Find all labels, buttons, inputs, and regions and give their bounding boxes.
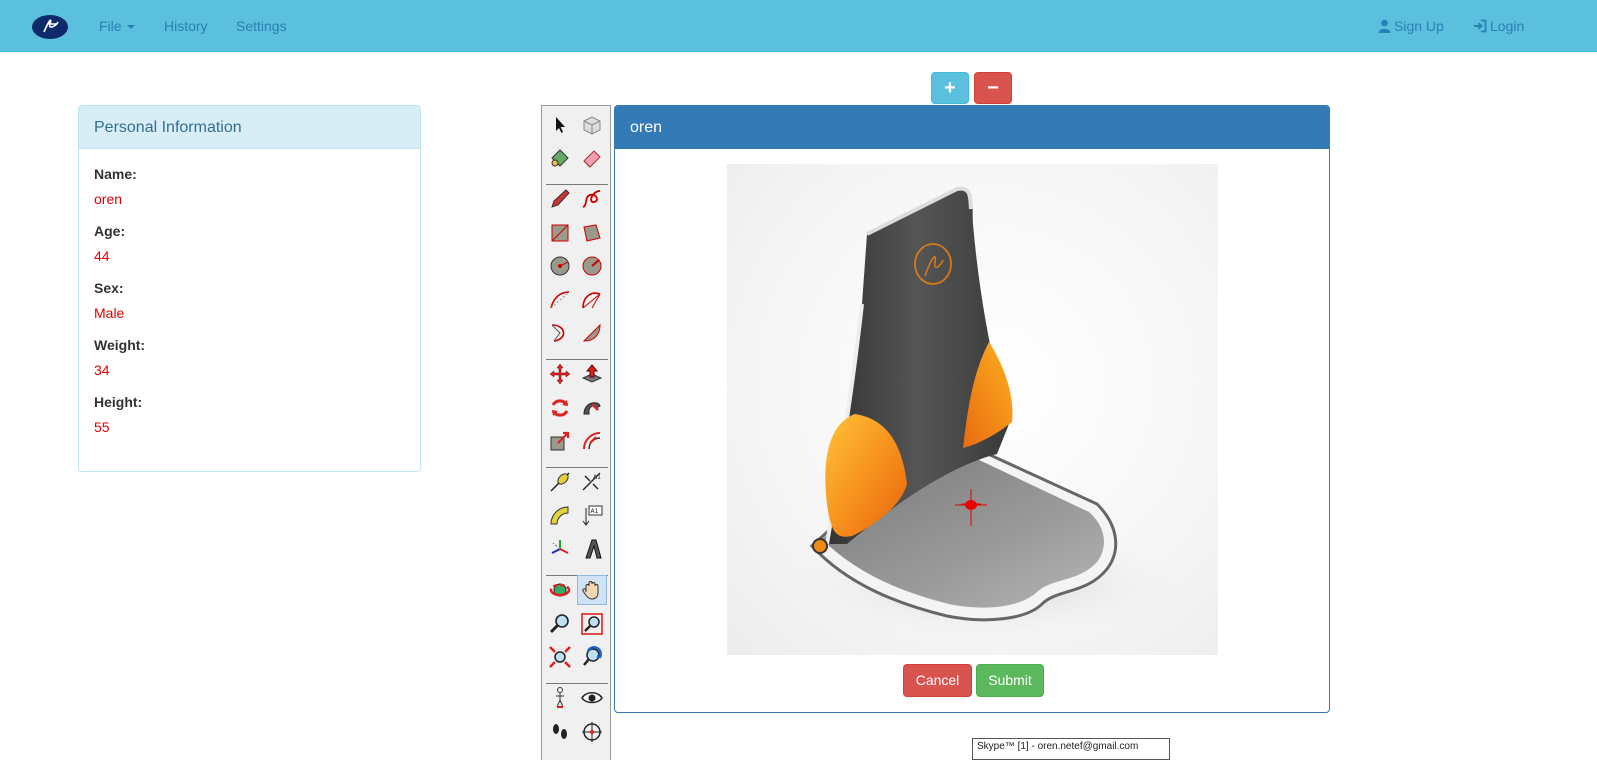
- age-label: Age:: [94, 223, 126, 239]
- submit-button[interactable]: Submit: [976, 664, 1044, 697]
- pan-hand-icon[interactable]: [577, 575, 607, 605]
- footprints-icon[interactable]: [545, 717, 575, 747]
- file-menu[interactable]: File: [99, 18, 135, 34]
- sign-up-label: Sign Up: [1394, 18, 1444, 34]
- info-row-height: Height: 55: [94, 394, 405, 436]
- age-value: 44: [94, 248, 110, 264]
- arc-icon[interactable]: [545, 285, 575, 315]
- follow-me-icon[interactable]: [577, 393, 607, 423]
- login-label: Login: [1490, 18, 1525, 34]
- name-value: oren: [94, 191, 123, 207]
- pencil-icon[interactable]: [545, 184, 575, 214]
- select-arrow-icon[interactable]: [545, 110, 575, 140]
- cancel-button[interactable]: Cancel: [903, 664, 972, 697]
- previous-view-icon[interactable]: [577, 642, 607, 672]
- polygon-icon[interactable]: [577, 251, 607, 281]
- info-row-sex: Sex: Male: [94, 280, 405, 322]
- top-navbar: File History Settings Sign Up Login: [0, 0, 1597, 52]
- rectangle-icon[interactable]: [545, 218, 575, 248]
- seat-model-render: [767, 186, 1207, 644]
- svg-text:A1: A1: [593, 474, 601, 481]
- tool-palette: A1 A1: [541, 105, 611, 760]
- scale-icon[interactable]: [545, 426, 575, 456]
- skype-notification[interactable]: Skype™ [1] - oren.netef@gmail.com: [972, 738, 1170, 760]
- orbit-icon[interactable]: [545, 575, 575, 605]
- offset-icon[interactable]: [577, 426, 607, 456]
- login-icon: [1474, 19, 1487, 33]
- caret-down-icon: [126, 25, 135, 30]
- position-camera-icon[interactable]: [577, 717, 607, 747]
- component-box-icon[interactable]: [577, 110, 607, 140]
- pie-icon[interactable]: [577, 318, 607, 348]
- personal-info-title: Personal Information: [79, 106, 420, 149]
- weight-label: Weight:: [94, 337, 146, 353]
- model-viewer-panel: oren Cancel Submit: [614, 105, 1330, 713]
- zoom-window-icon[interactable]: [577, 609, 607, 639]
- three-point-arc-icon[interactable]: [545, 318, 575, 348]
- sex-value: Male: [94, 305, 125, 321]
- user-icon: [1378, 19, 1391, 33]
- height-value: 55: [94, 419, 110, 435]
- circle-icon[interactable]: [545, 251, 575, 281]
- move-icon[interactable]: [545, 359, 575, 389]
- dimension-icon[interactable]: A1: [577, 467, 607, 497]
- zoom-in-button[interactable]: +: [931, 72, 969, 104]
- seat-3d-viewport[interactable]: [727, 164, 1218, 655]
- eraser-icon[interactable]: [577, 143, 607, 173]
- rotated-rectangle-icon[interactable]: [577, 218, 607, 248]
- zoom-icon[interactable]: [545, 609, 575, 639]
- tape-measure-icon[interactable]: [545, 467, 575, 497]
- two-point-arc-icon[interactable]: [577, 285, 607, 315]
- weight-value: 34: [94, 362, 110, 378]
- sex-label: Sex:: [94, 280, 124, 296]
- file-menu-label: File: [99, 18, 122, 34]
- text-label-icon[interactable]: A1: [577, 501, 607, 531]
- zoom-out-button[interactable]: −: [974, 72, 1012, 104]
- push-pull-icon[interactable]: [577, 359, 607, 389]
- 3d-text-icon[interactable]: [577, 534, 607, 564]
- model-title: oren: [615, 106, 1329, 149]
- personal-info-panel: Personal Information Name: oren Age: 44 …: [78, 105, 421, 472]
- sign-up-link[interactable]: Sign Up: [1378, 18, 1444, 34]
- info-row-name: Name: oren: [94, 166, 405, 208]
- settings-link[interactable]: Settings: [236, 18, 287, 34]
- svg-text:A1: A1: [591, 508, 599, 515]
- zoom-extents-icon[interactable]: [545, 642, 575, 672]
- brand-logo[interactable]: [30, 14, 70, 48]
- info-row-weight: Weight: 34: [94, 337, 405, 379]
- walk-person-icon[interactable]: [545, 683, 575, 713]
- history-link[interactable]: History: [164, 18, 208, 34]
- look-around-eye-icon[interactable]: [577, 683, 607, 713]
- height-label: Height:: [94, 394, 143, 410]
- info-row-age: Age: 44: [94, 223, 405, 265]
- freehand-icon[interactable]: [577, 184, 607, 214]
- name-label: Name:: [94, 166, 137, 182]
- rotate-icon[interactable]: [545, 393, 575, 423]
- protractor-icon[interactable]: [545, 501, 575, 531]
- axes-icon[interactable]: [545, 534, 575, 564]
- login-link[interactable]: Login: [1473, 18, 1524, 34]
- paint-bucket-icon[interactable]: [545, 143, 575, 173]
